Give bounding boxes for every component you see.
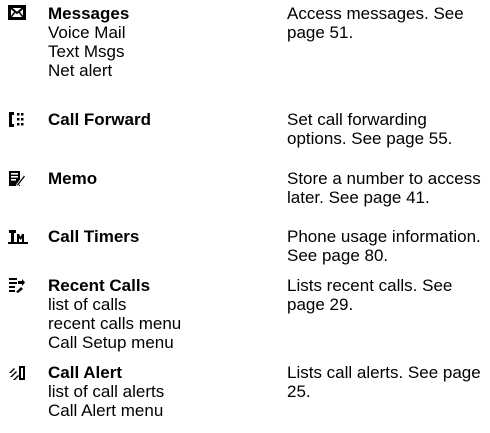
entry-subitem: recent calls menu [48,314,182,333]
entry-title: Messages [48,4,130,23]
entry-title: Call Forward [48,110,151,129]
envelope-icon [8,5,28,23]
entry-description: Store a number to access later. See page… [287,169,481,207]
entry-description: Access messages. See page 51. [287,4,464,42]
entry-subitem: Call Alert menu [48,401,164,420]
entry-subitem: Net alert [48,61,113,80]
call-timers-icon [8,228,28,246]
entry-subitem: list of calls [48,295,127,314]
entry-description: Set call forwarding options. See page 55… [287,110,453,148]
entry-title: Memo [48,169,98,188]
entry-title: Call Timers [48,227,140,246]
call-alert-icon [8,364,28,382]
memo-icon [8,170,28,188]
entry-description: Lists call alerts. See page 25. [287,363,481,401]
entry-title: Recent Calls [48,276,151,295]
entry-description: Phone usage information. See page 80. [287,227,481,265]
entry-subitem: Text Msgs [48,42,125,61]
entry-title: Call Alert [48,363,123,382]
entry-subitem: list of call alerts [48,382,165,401]
entry-description: Lists recent calls. See page 29. [287,276,453,314]
recent-calls-icon [8,277,28,295]
entry-subitem: Voice Mail [48,23,126,42]
call-forward-icon [8,111,28,129]
entry-subitem: Call Setup menu [48,333,174,352]
